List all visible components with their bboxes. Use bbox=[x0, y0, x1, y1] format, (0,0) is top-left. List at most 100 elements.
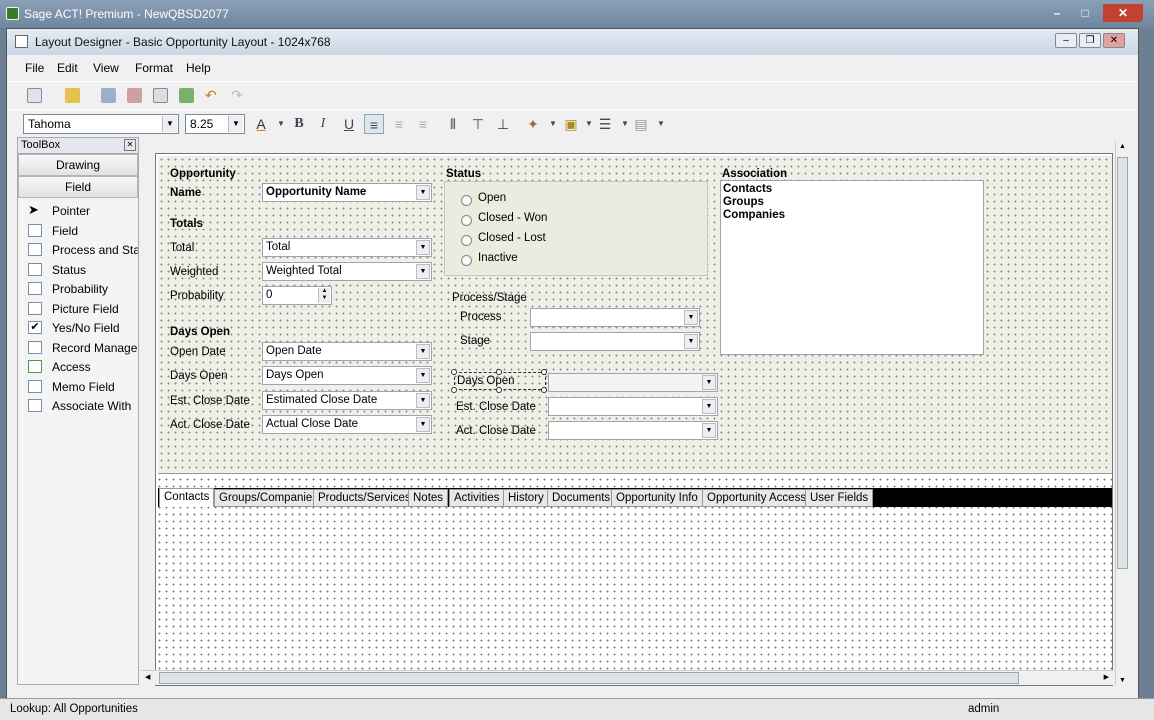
underline-icon[interactable]: U bbox=[339, 114, 359, 134]
save-icon[interactable] bbox=[101, 88, 116, 103]
association-item[interactable]: Groups bbox=[723, 196, 981, 209]
mid-est-close-field[interactable]: ▼ bbox=[548, 397, 718, 416]
probability-label[interactable]: Probability bbox=[170, 290, 224, 302]
toolbox-item-field[interactable]: Field bbox=[18, 221, 138, 241]
font-color-icon[interactable]: A bbox=[251, 114, 271, 134]
scroll-thumb[interactable] bbox=[159, 672, 1019, 684]
name-label[interactable]: Name bbox=[170, 187, 201, 199]
toolbox-tab-field[interactable]: Field bbox=[18, 176, 138, 198]
radio-icon[interactable] bbox=[461, 215, 472, 226]
scroll-left-icon[interactable]: ◀ bbox=[145, 673, 150, 681]
tab-groups-companies[interactable]: Groups/Companies bbox=[214, 489, 324, 507]
align-right-icon[interactable]: ≡ bbox=[413, 114, 433, 134]
weighted-field[interactable]: Weighted Total ▼ bbox=[262, 262, 432, 281]
resize-handle[interactable] bbox=[451, 369, 457, 375]
resize-handle[interactable] bbox=[541, 369, 547, 375]
toolbox-item-process-stage[interactable]: Process and Stage bbox=[18, 240, 138, 260]
layout-header-area[interactable]: Opportunity Name Opportunity Name ▼ Total… bbox=[158, 156, 1112, 474]
open-date-field[interactable]: Open Date ▼ bbox=[262, 342, 432, 361]
total-label[interactable]: Total bbox=[170, 242, 194, 254]
association-item[interactable]: Companies bbox=[723, 209, 981, 222]
fill-color-icon[interactable]: ✦ bbox=[523, 114, 543, 134]
days-open-field[interactable]: Days Open ▼ bbox=[262, 366, 432, 385]
redo-icon[interactable]: ↷ bbox=[231, 88, 246, 103]
tab-opportunity-info[interactable]: Opportunity Info bbox=[611, 489, 703, 507]
align-left-icon[interactable]: ≡ bbox=[364, 114, 384, 134]
process-field[interactable]: ▼ bbox=[530, 308, 700, 327]
tab-documents[interactable]: Documents bbox=[547, 489, 616, 507]
association-item[interactable]: Contacts bbox=[723, 183, 981, 196]
design-canvas[interactable]: Opportunity Name Opportunity Name ▼ Total… bbox=[155, 153, 1113, 686]
stage-label[interactable]: Stage bbox=[460, 335, 490, 347]
mid-act-close-label[interactable]: Act. Close Date bbox=[456, 425, 536, 437]
toolbox-item-memo-field[interactable]: Memo Field bbox=[18, 377, 138, 397]
status-group[interactable]: Open Closed - Won Closed - Lost Inactive bbox=[444, 181, 708, 276]
days-open-label[interactable]: Days Open bbox=[170, 370, 228, 382]
association-list[interactable]: Contacts Groups Companies bbox=[720, 180, 984, 355]
scroll-down-icon[interactable]: ▼ bbox=[1119, 677, 1126, 684]
minimize-icon[interactable]: – bbox=[1044, 4, 1070, 22]
font-select[interactable]: Tahoma ▼ bbox=[23, 114, 179, 134]
arrange-icon[interactable]: ▤ bbox=[631, 114, 651, 134]
align-center-icon[interactable]: ≡ bbox=[389, 114, 409, 134]
resize-handle[interactable] bbox=[541, 387, 547, 393]
mid-est-close-label[interactable]: Est. Close Date bbox=[456, 401, 536, 413]
chevron-down-icon[interactable]: ▼ bbox=[543, 114, 563, 134]
toolbox-item-picture-field[interactable]: Picture Field bbox=[18, 299, 138, 319]
menu-format[interactable]: Format bbox=[135, 61, 173, 75]
status-option-inactive[interactable]: Inactive bbox=[478, 252, 518, 264]
est-close-label[interactable]: Est. Close Date bbox=[170, 395, 250, 407]
bring-front-icon[interactable]: ▣ bbox=[561, 114, 581, 134]
resize-handle[interactable] bbox=[496, 369, 502, 375]
stage-field[interactable]: ▼ bbox=[530, 332, 700, 351]
resize-handle[interactable] bbox=[451, 387, 457, 393]
act-close-label[interactable]: Act. Close Date bbox=[170, 419, 250, 431]
toolbox-item-probability[interactable]: Probability bbox=[18, 279, 138, 299]
tab-notes[interactable]: Notes bbox=[408, 489, 449, 507]
scroll-up-icon[interactable]: ▲ bbox=[1119, 143, 1126, 150]
scroll-thumb[interactable] bbox=[1117, 157, 1128, 569]
paste-icon[interactable] bbox=[179, 88, 194, 103]
menu-edit[interactable]: Edit bbox=[57, 61, 78, 75]
tab-user-fields[interactable]: User Fields bbox=[805, 489, 874, 507]
designer-restore-icon[interactable]: ❐ bbox=[1079, 33, 1101, 48]
italic-icon[interactable]: I bbox=[313, 114, 333, 134]
toolbox-item-associate[interactable]: Associate With bbox=[18, 396, 138, 416]
mid-act-close-field[interactable]: ▼ bbox=[548, 421, 718, 440]
vertical-scrollbar[interactable]: ▲ ▼ bbox=[1115, 141, 1129, 686]
toolbox-tab-drawing[interactable]: Drawing bbox=[18, 154, 138, 176]
designer-close-icon[interactable]: ✕ bbox=[1103, 33, 1125, 48]
menu-help[interactable]: Help bbox=[186, 61, 211, 75]
tab-contacts[interactable]: Contacts bbox=[159, 488, 215, 507]
toolbox-item-record-manager[interactable]: Record Manager bbox=[18, 338, 138, 358]
chevron-down-icon[interactable]: ▼ bbox=[651, 114, 671, 134]
menu-view[interactable]: View bbox=[93, 61, 119, 75]
status-option-open[interactable]: Open bbox=[478, 192, 506, 204]
tab-opportunity-access[interactable]: Opportunity Access bbox=[702, 489, 812, 507]
maximize-icon[interactable]: □ bbox=[1072, 4, 1098, 22]
toolbox-item-status[interactable]: Status bbox=[18, 260, 138, 280]
menu-file[interactable]: File bbox=[25, 61, 44, 75]
open-folder-icon[interactable] bbox=[65, 88, 80, 103]
copy-icon[interactable] bbox=[153, 88, 168, 103]
est-close-field[interactable]: Estimated Close Date ▼ bbox=[262, 391, 432, 410]
radio-icon[interactable] bbox=[461, 255, 472, 266]
radio-icon[interactable] bbox=[461, 195, 472, 206]
tab-history[interactable]: History bbox=[503, 489, 549, 507]
process-label[interactable]: Process bbox=[460, 311, 502, 323]
tab-activities[interactable]: Activities bbox=[449, 489, 505, 507]
chevron-down-icon[interactable]: ▼ bbox=[271, 114, 291, 134]
toolbox-item-yes-no[interactable]: ✔ Yes/No Field bbox=[18, 318, 138, 338]
line-style-icon[interactable]: ☰ bbox=[595, 114, 615, 134]
resize-handle[interactable] bbox=[496, 387, 502, 393]
cut-icon[interactable] bbox=[127, 88, 142, 103]
mid-days-open-field[interactable]: ▼ bbox=[548, 373, 718, 392]
tab-products-services[interactable]: Products/Services bbox=[313, 489, 416, 507]
probability-spinner[interactable]: 0 ▲ ▼ bbox=[262, 286, 332, 305]
font-size-select[interactable]: 8.25 ▼ bbox=[185, 114, 245, 134]
align-lefts-icon[interactable]: ⫴ bbox=[443, 114, 463, 134]
scroll-right-icon[interactable]: ▶ bbox=[1104, 673, 1109, 681]
radio-icon[interactable] bbox=[461, 235, 472, 246]
toolbox-item-access[interactable]: Access bbox=[18, 357, 138, 377]
close-icon[interactable]: ✕ bbox=[1103, 4, 1143, 22]
